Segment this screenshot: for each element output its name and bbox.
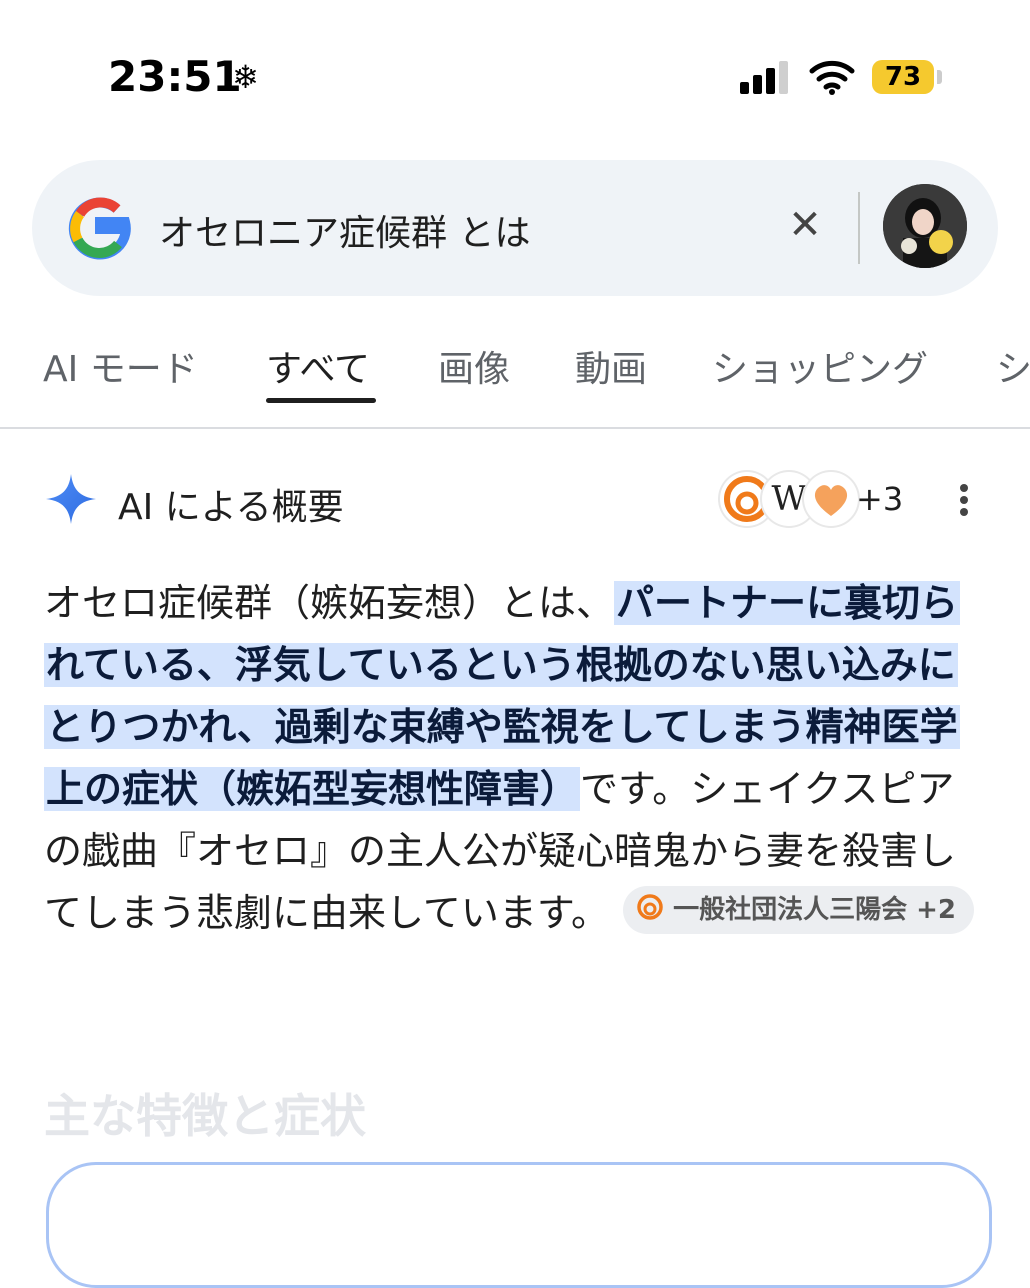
ai-overview-title: AI による概要 (118, 487, 344, 528)
source-icons[interactable]: W (720, 472, 860, 528)
active-tab-indicator (266, 398, 376, 403)
more-options-icon[interactable] (950, 480, 980, 520)
more-sources-count[interactable]: +3 (856, 480, 903, 518)
tabs-divider (0, 427, 1030, 429)
clock: 23:51 (108, 52, 242, 101)
tab-next[interactable]: シ (996, 340, 1030, 392)
content-card[interactable] (46, 1162, 992, 1288)
close-icon[interactable]: ✕ (780, 200, 830, 250)
status-bar: 23:51 ❄ 73 (0, 0, 1030, 150)
tab-ai-mode[interactable]: AI モード (43, 340, 198, 392)
battery-indicator: 73 (872, 60, 934, 94)
search-tabs: AI モード すべて 画像 動画 ショッピング シ (0, 330, 1030, 430)
ai-overview-header: AI による概要 W +3 (0, 470, 1030, 540)
ai-overview-body: オセロ症候群（嫉妬妄想）とは、パートナーに裏切られている、浮気しているという根拠… (44, 572, 984, 944)
body-text-start: オセロ症候群（嫉妬妄想）とは、 (44, 581, 615, 625)
avatar-photo (883, 184, 967, 268)
heart-icon[interactable] (804, 472, 858, 526)
tab-videos[interactable]: 動画 (575, 340, 647, 392)
source-chip-label: 一般社団法人三陽会 +2 (673, 894, 956, 925)
search-bar[interactable]: オセロニア症候群 とは ✕ (32, 160, 998, 296)
sanyokai-icon (637, 894, 663, 920)
tab-all[interactable]: すべて (266, 340, 370, 392)
cellular-signal-icon (740, 60, 790, 94)
sparkle-icon (46, 474, 96, 524)
wifi-icon (809, 60, 855, 95)
battery-tip (937, 70, 942, 84)
snowflake-icon: ❄ (232, 58, 259, 96)
section-title: 主な特徴と症状 (44, 1089, 366, 1143)
search-divider (858, 192, 860, 264)
avatar[interactable] (883, 184, 967, 268)
source-chip[interactable]: 一般社団法人三陽会 +2 (623, 885, 974, 934)
google-logo-icon[interactable] (68, 196, 132, 260)
tab-shopping[interactable]: ショッピング (712, 340, 928, 392)
search-input[interactable]: オセロニア症候群 とは (159, 204, 530, 256)
tab-images[interactable]: 画像 (438, 340, 510, 392)
